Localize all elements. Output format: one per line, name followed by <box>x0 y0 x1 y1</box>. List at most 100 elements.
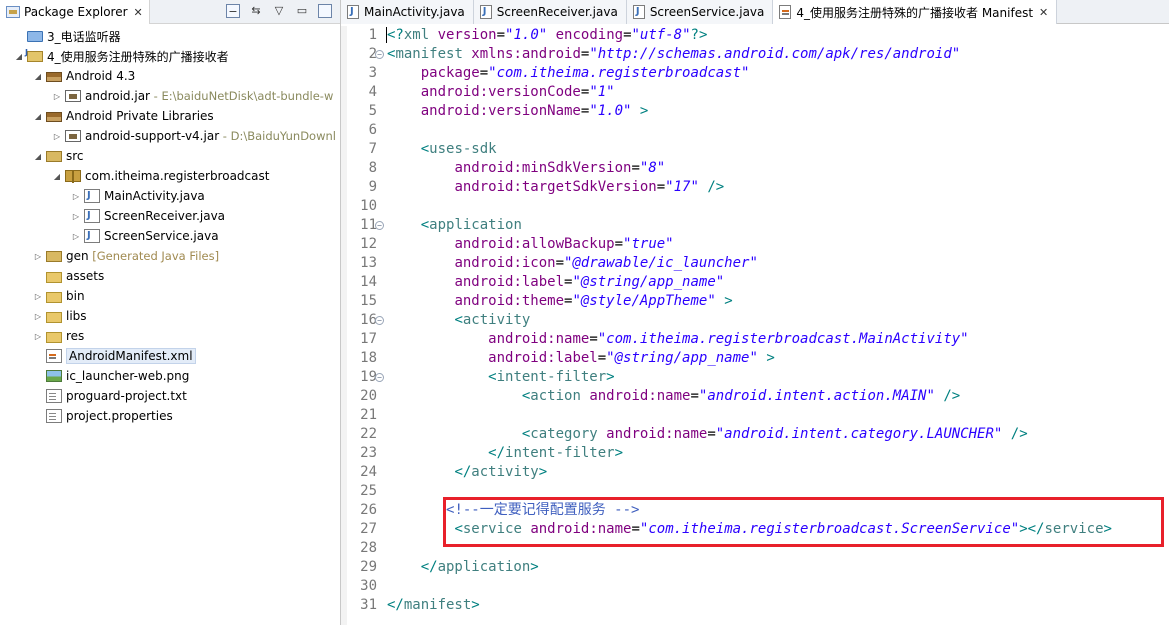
code-line[interactable]: 13 android:icon="@drawable/ic_launcher" <box>341 254 1169 273</box>
code-line[interactable]: 31 </manifest> <box>341 596 1169 615</box>
tree-item[interactable]: AndroidManifest.xml <box>0 346 340 366</box>
package-explorer-view: Package Explorer ✕ − ⇆ ▽ ▭ 3_电话监听器 ◢ 4_使用服… <box>0 0 341 625</box>
collapsed-arrow-icon[interactable]: ▷ <box>71 230 81 242</box>
line-number: 18 <box>360 350 377 366</box>
close-icon[interactable]: ✕ <box>134 6 143 19</box>
code-line[interactable]: 24 </activity> <box>341 463 1169 482</box>
code-line[interactable]: 23 </intent-filter> <box>341 444 1169 463</box>
code-line[interactable]: 4 android:versionCode="1" <box>341 83 1169 102</box>
code-line[interactable]: 15 android:theme="@style/AppTheme" > <box>341 292 1169 311</box>
maximize-icon[interactable] <box>318 4 332 18</box>
code-line[interactable]: 3 package="com.itheima.registerbroadcast… <box>341 64 1169 83</box>
code-token: <? <box>386 27 404 43</box>
xml-editor[interactable]: 1 <?xml version="1.0" encoding="utf-8"?> 2… <box>341 26 1169 625</box>
tree-item[interactable]: ◢ com.itheima.registerbroadcast <box>0 166 340 186</box>
collapsed-arrow-icon[interactable]: ▷ <box>33 310 43 322</box>
tree-item[interactable]: ic_launcher-web.png <box>0 366 340 386</box>
tree-item[interactable]: ▷ ScreenService.java <box>0 226 340 246</box>
code-line[interactable]: 14 android:label="@string/app_name" <box>341 273 1169 292</box>
package-explorer-tab[interactable]: Package Explorer ✕ <box>0 0 150 24</box>
source-folder-icon <box>46 250 62 262</box>
collapsed-arrow-icon[interactable]: ▷ <box>33 290 43 302</box>
code-line[interactable]: 1 <?xml version="1.0" encoding="utf-8"?> <box>341 26 1169 45</box>
tree-item[interactable]: ◢ 4_使用服务注册特殊的广播接收者 <box>0 46 340 66</box>
code-line[interactable]: 16− <activity <box>341 311 1169 330</box>
view-menu-icon[interactable]: ▽ <box>272 4 286 18</box>
fold-toggle-icon[interactable]: − <box>375 221 384 230</box>
code-line[interactable]: 5 android:versionName="1.0" > <box>341 102 1169 121</box>
code-text: android:name="com.itheima.registerbroadc… <box>387 330 968 349</box>
tree-item[interactable]: ▷ bin <box>0 286 340 306</box>
tree-item[interactable]: ▷ libs <box>0 306 340 326</box>
tree-item[interactable]: ▷ gen [Generated Java Files] <box>0 246 340 266</box>
tree-item[interactable]: proguard-project.txt <box>0 386 340 406</box>
tree-item[interactable]: ◢ src <box>0 146 340 166</box>
line-number: 28 <box>360 540 377 556</box>
editor-tab[interactable]: MainActivity.java <box>341 0 474 24</box>
code-line[interactable]: 7 <uses-sdk <box>341 140 1169 159</box>
close-icon[interactable]: ✕ <box>1039 6 1048 19</box>
code-line[interactable]: 19− <intent-filter> <box>341 368 1169 387</box>
expanded-arrow-icon[interactable]: ◢ <box>33 150 43 162</box>
tree-item-label-wrap: assets <box>66 269 104 283</box>
fold-toggle-icon[interactable]: − <box>375 316 384 325</box>
tree-item-decoration: - E:\baiduNetDisk\adt-bundle-w <box>149 89 334 103</box>
code-line[interactable]: 17 android:name="com.itheima.registerbro… <box>341 330 1169 349</box>
fold-toggle-icon[interactable]: − <box>375 50 384 59</box>
tree-item-label-wrap: AndroidManifest.xml <box>66 348 196 364</box>
code-token: uses-sdk <box>429 141 497 157</box>
code-line[interactable]: 18 android:label="@string/app_name" > <box>341 349 1169 368</box>
code-token: /> <box>943 388 961 404</box>
collapsed-arrow-icon[interactable]: ▷ <box>71 210 81 222</box>
code-token: android:name <box>589 388 691 404</box>
code-line[interactable]: 29 </application> <box>341 558 1169 577</box>
java-file-icon <box>84 229 100 243</box>
editor-tab[interactable]: ScreenService.java <box>626 0 774 24</box>
collapsed-arrow-icon[interactable]: ▷ <box>52 130 62 142</box>
code-line[interactable]: 11− <application <box>341 216 1169 235</box>
code-line[interactable]: 10 <box>341 197 1169 216</box>
tree-item[interactable]: ▷ ScreenReceiver.java <box>0 206 340 226</box>
code-line[interactable]: 21 <box>341 406 1169 425</box>
code-line[interactable]: 12 android:allowBackup="true" <box>341 235 1169 254</box>
code-token: version <box>437 27 497 43</box>
code-line[interactable]: 9 android:targetSdkVersion="17" /> <box>341 178 1169 197</box>
tree-item[interactable]: ◢ Android 4.3 <box>0 66 340 86</box>
editor-tab[interactable]: 4_使用服务注册特殊的广播接收者 Manifest ✕ <box>773 0 1058 24</box>
link-with-editor-icon[interactable]: ⇆ <box>249 4 263 18</box>
code-token: "1.0" <box>589 103 632 119</box>
tree-item[interactable]: ◢ Android Private Libraries <box>0 106 340 126</box>
fold-toggle-icon[interactable]: − <box>375 373 384 382</box>
collapsed-arrow-icon[interactable]: ▷ <box>52 90 62 102</box>
code-line[interactable]: 20 <action android:name="android.intent.… <box>341 387 1169 406</box>
code-line[interactable]: 2− <manifest xmlns:android="http://schema… <box>341 45 1169 64</box>
minimize-icon[interactable]: ▭ <box>295 4 309 18</box>
tree-item[interactable]: ▷ android-support-v4.jar - D:\BaiduYunDow… <box>0 126 340 146</box>
expanded-arrow-icon[interactable]: ◢ <box>33 70 43 82</box>
code-token: android:versionName <box>420 103 581 119</box>
code-line[interactable]: 22 <category android:name="android.inten… <box>341 425 1169 444</box>
collapse-all-icon[interactable]: − <box>226 4 240 18</box>
tree-item[interactable]: ▷ android.jar - E:\baiduNetDisk\adt-bundl… <box>0 86 340 106</box>
code-line[interactable]: 30 <box>341 577 1169 596</box>
expanded-arrow-icon[interactable]: ◢ <box>14 50 24 62</box>
expanded-arrow-icon[interactable]: ◢ <box>33 110 43 122</box>
code-line[interactable]: 6 <box>341 121 1169 140</box>
collapsed-arrow-icon[interactable]: ▷ <box>33 250 43 262</box>
tree-item[interactable]: 3_电话监听器 <box>0 26 340 46</box>
collapsed-arrow-icon[interactable]: ▷ <box>71 190 81 202</box>
collapsed-arrow-icon[interactable]: ▷ <box>33 330 43 342</box>
line-number: 14 <box>360 274 377 290</box>
tree-item[interactable]: project.properties <box>0 406 340 426</box>
expanded-arrow-icon[interactable]: ◢ <box>52 170 62 182</box>
editor-tab[interactable]: ScreenReceiver.java <box>473 0 627 24</box>
tree-item[interactable]: assets <box>0 266 340 286</box>
tree-item[interactable]: ▷ res <box>0 326 340 346</box>
tree-item[interactable]: ▷ MainActivity.java <box>0 186 340 206</box>
code-token: "@drawable/ic_launcher" <box>564 255 758 271</box>
line-number: 22 <box>360 426 377 442</box>
code-line[interactable]: 8 android:minSdkVersion="8" <box>341 159 1169 178</box>
